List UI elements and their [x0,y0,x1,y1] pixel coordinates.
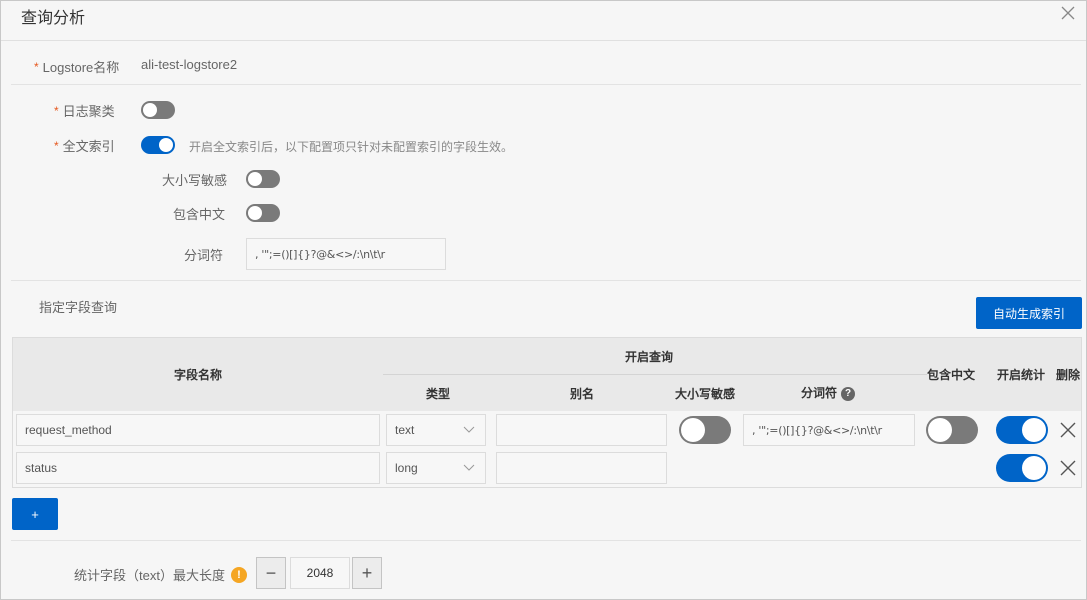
stats-max-length-label: 统计字段（text）最大长度 [74,568,225,583]
chevron-down-icon [463,426,475,433]
field-name-input[interactable]: request_method [16,414,380,446]
divider [11,540,1081,541]
max-length-input[interactable]: 2048 [290,557,350,589]
delete-icon[interactable] [1059,421,1077,439]
decrement-button[interactable]: − [256,557,286,589]
table-header: 字段名称 开启查询 类型 别名 大小写敏感 分词符? 包含中文 开启统计 删除 [13,338,1081,411]
log-cluster-toggle[interactable] [141,101,175,119]
row-enable-stats-toggle[interactable] [996,454,1048,482]
row-enable-stats-toggle[interactable] [996,416,1048,444]
dialog-header: 查询分析 [1,1,1086,41]
full-text-index-hint: 开启全文索引后，以下配置项只针对未配置索引的字段生效。 [189,140,514,154]
col-field-name: 字段名称 [174,368,223,382]
close-icon[interactable] [1060,5,1076,21]
dialog-title: 查询分析 [21,10,86,27]
add-field-button[interactable]: + [12,498,58,530]
delimiter-label: 分词符 [184,248,224,263]
increment-button[interactable]: + [352,557,382,589]
col-case-sensitive: 大小写敏感 [675,387,736,401]
log-cluster-row: * 日志聚类 [54,101,115,120]
type-select-value: text [395,423,415,437]
auto-generate-index-button[interactable]: 自动生成索引 [976,297,1082,329]
logstore-value: ali-test-logstore2 [141,57,238,72]
col-alias: 别名 [570,387,595,401]
row-case-sensitive-toggle[interactable] [679,416,731,444]
full-text-index-label: 全文索引 [62,139,115,154]
type-select[interactable]: long [386,452,486,484]
case-sensitive-label: 大小写敏感 [162,173,228,188]
col-enable-query: 开启查询 [625,350,674,364]
delete-icon[interactable] [1059,459,1077,477]
case-sensitive-toggle[interactable] [246,170,280,188]
col-delimiter-label: 分词符 [801,386,838,400]
type-select-value: long [395,461,418,475]
warning-icon[interactable]: ! [230,566,247,583]
required-mark: * [34,59,39,74]
alias-input[interactable] [496,452,667,484]
field-name-input[interactable]: status [16,452,380,484]
type-select[interactable]: text [386,414,486,446]
chevron-down-icon [463,464,475,471]
full-text-index-toggle[interactable] [141,136,175,154]
divider [11,280,1081,281]
include-chinese-label: 包含中文 [173,207,226,222]
row-delimiter-input[interactable]: , '";=()[]{}?@&<>/:\n\t\r [743,414,915,446]
delimiter-input[interactable]: , '";=()[]{}?@&<>/:\n\t\r [246,238,446,270]
stats-max-length-row: 统计字段（text）最大长度 ! [74,565,247,584]
col-type: 类型 [426,387,451,401]
alias-input[interactable] [496,414,667,446]
col-enable-stats: 开启统计 [997,368,1046,382]
logstore-row: * Logstore名称 [34,57,119,76]
query-analysis-dialog: 查询分析 * Logstore名称 ali-test-logstore2 * 日… [0,0,1087,600]
logstore-label: Logstore名称 [42,60,120,75]
full-text-index-row: * 全文索引 [54,136,115,155]
row-include-chinese-toggle[interactable] [926,416,978,444]
col-delimiter: 分词符? [801,384,856,401]
col-delete: 删除 [1056,368,1081,382]
required-mark: * [54,138,59,153]
divider [11,84,1081,85]
log-cluster-label: 日志聚类 [62,104,115,119]
field-query-title: 指定字段查询 [39,300,118,315]
required-mark: * [54,103,59,118]
field-index-table: 字段名称 开启查询 类型 别名 大小写敏感 分词符? 包含中文 开启统计 删除 … [12,337,1082,488]
col-include-chinese: 包含中文 [927,368,976,382]
include-chinese-toggle[interactable] [246,204,280,222]
help-icon[interactable]: ? [841,386,856,401]
